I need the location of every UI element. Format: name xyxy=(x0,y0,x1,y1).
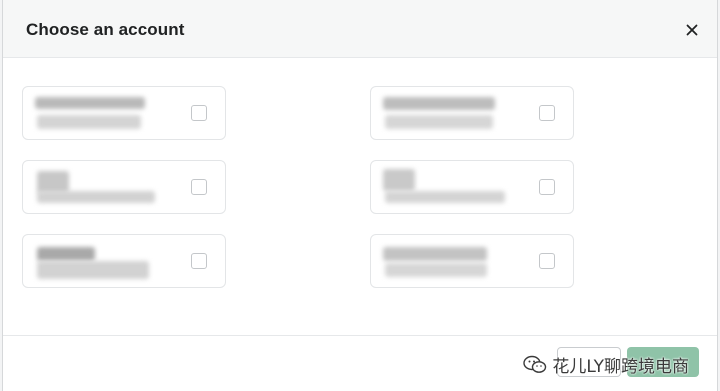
wechat-icon xyxy=(523,355,547,373)
account-checkbox[interactable] xyxy=(191,105,207,121)
redacted-account-id xyxy=(385,191,505,203)
account-checkbox[interactable] xyxy=(539,253,555,269)
redacted-account-name xyxy=(383,169,415,191)
account-card[interactable] xyxy=(22,86,226,140)
account-checkbox[interactable] xyxy=(539,105,555,121)
account-card[interactable] xyxy=(22,160,226,214)
account-card[interactable] xyxy=(22,234,226,288)
choose-account-dialog: Choose an account 花儿LY聊跨境电商 xyxy=(2,0,718,391)
redacted-account-name xyxy=(37,171,69,193)
account-card[interactable] xyxy=(370,234,574,288)
close-button[interactable] xyxy=(681,19,703,41)
watermark: 花儿LY聊跨境电商 xyxy=(523,352,689,377)
watermark-text: 花儿LY聊跨境电商 xyxy=(552,357,689,377)
redacted-account-id xyxy=(385,263,487,277)
redacted-account-id xyxy=(37,115,141,129)
dialog-title: Choose an account xyxy=(26,20,185,39)
redacted-account-id xyxy=(385,115,493,129)
redacted-account-name xyxy=(35,97,145,109)
account-checkbox[interactable] xyxy=(539,179,555,195)
account-card[interactable] xyxy=(370,160,574,214)
account-checkbox[interactable] xyxy=(191,179,207,195)
redacted-account-name xyxy=(37,247,95,261)
redacted-account-id xyxy=(37,261,149,279)
account-checkbox[interactable] xyxy=(191,253,207,269)
redacted-account-name xyxy=(383,97,495,110)
redacted-account-name xyxy=(383,247,487,261)
account-card[interactable] xyxy=(370,86,574,140)
dialog-header: Choose an account xyxy=(3,0,717,58)
redacted-account-id xyxy=(37,191,155,203)
close-icon xyxy=(686,24,698,36)
